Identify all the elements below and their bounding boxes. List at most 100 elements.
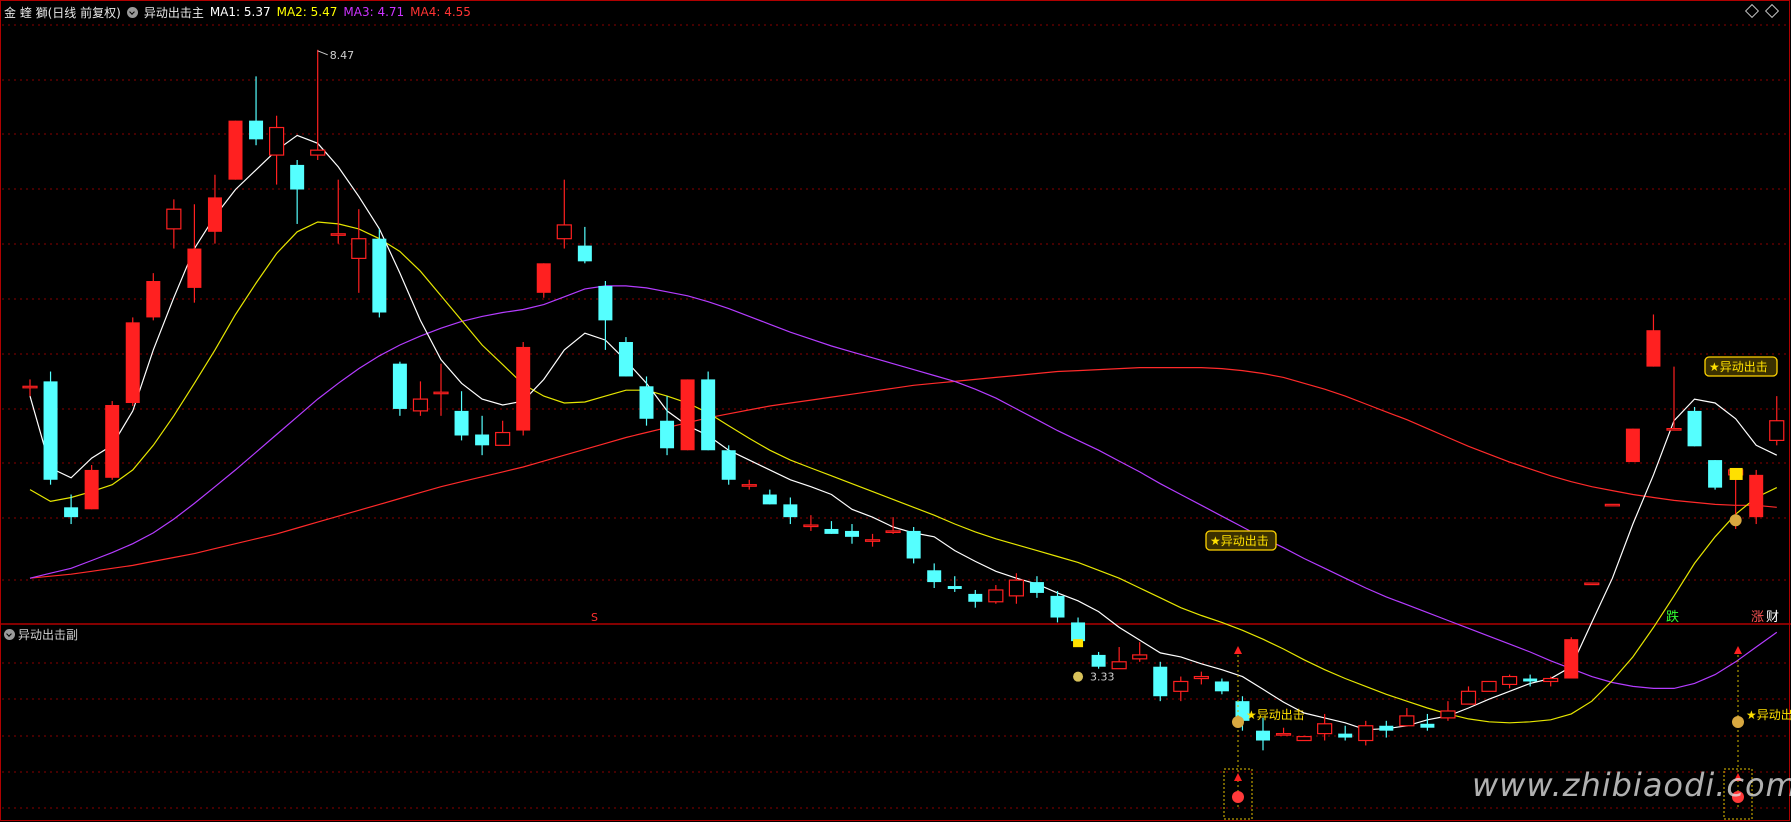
candle-body[interactable] bbox=[125, 322, 140, 404]
candle-body[interactable] bbox=[906, 530, 921, 559]
sub-signal-arrow-icon bbox=[1734, 646, 1742, 654]
candle-body[interactable] bbox=[269, 126, 285, 156]
candle-body[interactable] bbox=[412, 398, 429, 412]
candle-body[interactable] bbox=[885, 530, 901, 534]
sub-signal-money-bag-icon bbox=[1232, 716, 1244, 728]
candle-body[interactable] bbox=[1256, 730, 1270, 741]
candle-body[interactable] bbox=[1749, 474, 1764, 518]
candle-body[interactable] bbox=[330, 233, 346, 236]
candle-body[interactable] bbox=[290, 164, 305, 190]
signal-dot bbox=[1729, 467, 1743, 480]
candle-body[interactable] bbox=[556, 224, 572, 240]
candle-body[interactable] bbox=[1358, 725, 1374, 742]
candle-body[interactable] bbox=[207, 197, 222, 232]
candle-body[interactable] bbox=[1050, 595, 1065, 618]
low-price-label: 3.33 bbox=[1090, 671, 1115, 684]
candle-body[interactable] bbox=[1091, 654, 1106, 667]
candle-body[interactable] bbox=[947, 586, 962, 589]
ma4-line bbox=[29, 367, 1777, 579]
candle-body[interactable] bbox=[433, 391, 449, 395]
candle-body[interactable] bbox=[741, 484, 757, 487]
candle-body[interactable] bbox=[1708, 460, 1723, 488]
candle-body[interactable] bbox=[1646, 330, 1661, 367]
candle-body[interactable] bbox=[1420, 723, 1435, 728]
candle-body[interactable] bbox=[1296, 735, 1312, 742]
candle-body[interactable] bbox=[988, 589, 1004, 603]
candle-body[interactable] bbox=[1338, 733, 1353, 738]
candle-body[interactable] bbox=[475, 434, 490, 446]
candle-body[interactable] bbox=[1584, 582, 1600, 586]
candle-body[interactable] bbox=[1214, 681, 1229, 692]
candle-body[interactable] bbox=[187, 248, 202, 288]
candle-body[interactable] bbox=[536, 263, 551, 293]
candle-body[interactable] bbox=[1543, 677, 1559, 683]
high-marker-line bbox=[317, 50, 328, 56]
candle-body[interactable] bbox=[927, 570, 942, 583]
candle-body[interactable] bbox=[639, 386, 654, 419]
candle-body[interactable] bbox=[166, 208, 182, 230]
candle-body[interactable] bbox=[105, 404, 120, 478]
candle-body[interactable] bbox=[1769, 420, 1785, 442]
signal-badge-text: ★异动出击 bbox=[1709, 360, 1768, 374]
candle-body[interactable] bbox=[1153, 666, 1168, 697]
candle-body[interactable] bbox=[1132, 654, 1148, 660]
candle-body[interactable] bbox=[1379, 725, 1394, 731]
candle-body[interactable] bbox=[1029, 582, 1044, 593]
candle-body[interactable] bbox=[783, 504, 798, 518]
candle-body[interactable] bbox=[372, 238, 387, 313]
sell-marker: S bbox=[591, 611, 598, 624]
candle-body[interactable] bbox=[64, 507, 79, 518]
candle-body[interactable] bbox=[1501, 675, 1518, 686]
candle-body[interactable] bbox=[1481, 680, 1497, 692]
candle-body[interactable] bbox=[228, 120, 243, 180]
candle-body[interactable] bbox=[1071, 622, 1086, 642]
candle-body[interactable] bbox=[1173, 680, 1189, 692]
candle-body[interactable] bbox=[310, 149, 326, 156]
low-marker-icon bbox=[1073, 671, 1084, 682]
candle-body[interactable] bbox=[1604, 503, 1620, 507]
candle-body[interactable] bbox=[146, 281, 161, 318]
candle-body[interactable] bbox=[1111, 661, 1127, 670]
candle-body[interactable] bbox=[1564, 639, 1579, 679]
sub-signal-arrow-icon bbox=[1234, 773, 1242, 781]
candle-body[interactable] bbox=[680, 379, 695, 451]
candle-body[interactable] bbox=[1440, 710, 1456, 719]
chart-frame bbox=[0, 0, 1790, 821]
candle-body[interactable] bbox=[43, 381, 58, 480]
candle-body[interactable] bbox=[22, 385, 38, 389]
candle-body[interactable] bbox=[249, 120, 264, 140]
candle-body[interactable] bbox=[1666, 428, 1682, 431]
candle-body[interactable] bbox=[762, 494, 777, 505]
kline-chart[interactable]: 8.47 3.33 ★异动出击 ★异动出击 S 跌 涨财 ★异动出击 ★异动出击 bbox=[0, 0, 1791, 822]
candle-body[interactable] bbox=[618, 342, 633, 377]
candle-body[interactable] bbox=[351, 238, 367, 259]
candle-body[interactable] bbox=[516, 346, 531, 431]
candle-body[interactable] bbox=[495, 431, 511, 446]
candle-body[interactable] bbox=[1399, 715, 1415, 727]
candle-body[interactable] bbox=[577, 245, 592, 262]
candle-body[interactable] bbox=[1460, 690, 1477, 705]
candle-body[interactable] bbox=[1523, 678, 1538, 682]
candle-body[interactable] bbox=[1625, 428, 1640, 463]
candle-body[interactable] bbox=[864, 539, 881, 542]
candle-body[interactable] bbox=[84, 469, 99, 510]
signal-badge-text: ★异动出击 bbox=[1210, 534, 1269, 548]
candle-body[interactable] bbox=[1193, 675, 1209, 680]
candle-body[interactable] bbox=[721, 450, 736, 480]
candle-body[interactable] bbox=[968, 593, 983, 602]
sub-signal-arrow-icon bbox=[1234, 646, 1242, 654]
fall-marker: 跌 bbox=[1666, 609, 1679, 625]
candle-body[interactable] bbox=[660, 420, 675, 449]
candle-body[interactable] bbox=[454, 410, 469, 436]
candle-body[interactable] bbox=[845, 530, 859, 537]
candle-body[interactable] bbox=[392, 363, 407, 409]
candle-body[interactable] bbox=[824, 528, 839, 534]
sub-signal-alert-icon bbox=[1232, 791, 1244, 803]
candle-body[interactable] bbox=[598, 285, 613, 321]
candle-body[interactable] bbox=[1317, 723, 1333, 735]
candle-body[interactable] bbox=[803, 524, 819, 528]
candle-body[interactable] bbox=[1008, 579, 1025, 597]
candle-body[interactable] bbox=[1275, 733, 1292, 736]
candle-body[interactable] bbox=[1687, 410, 1702, 447]
candle-body[interactable] bbox=[701, 379, 716, 451]
